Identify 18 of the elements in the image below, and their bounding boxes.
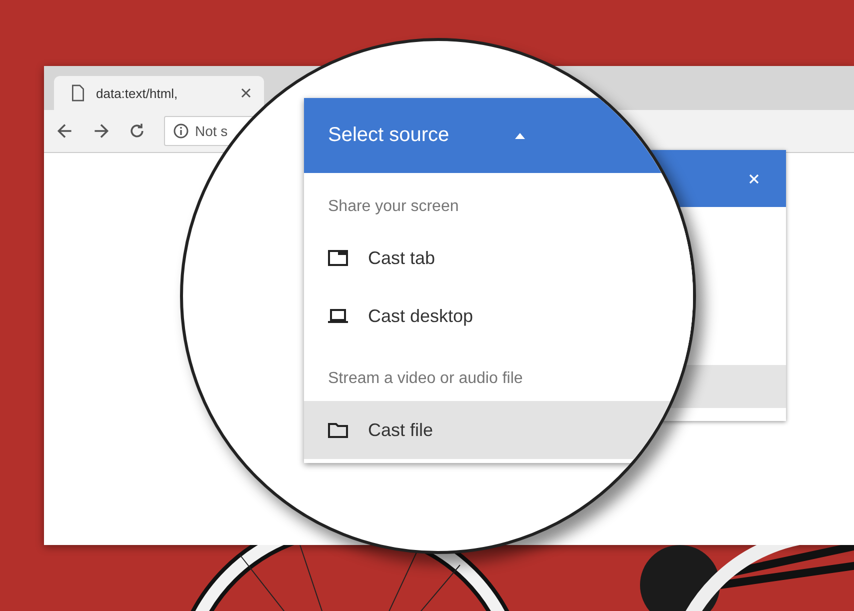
close-icon (748, 172, 760, 184)
page-icon (70, 84, 86, 102)
menu-item[interactable]: Cast tab (304, 229, 693, 287)
tab-title: data:text/html, (96, 86, 179, 100)
menu-title: Select source (328, 124, 450, 147)
close-icon (240, 87, 252, 99)
security-text: Not s (195, 123, 228, 139)
forward-arrow-icon (92, 122, 110, 140)
section-heading: Stream a video or audio file (327, 369, 524, 389)
tab-window-icon (328, 248, 348, 268)
menu-item[interactable]: Cast desktop (304, 287, 693, 345)
laptop-icon (328, 306, 348, 326)
info-icon (173, 123, 189, 139)
folder-icon (328, 420, 348, 440)
browser-tab[interactable]: data:text/html, (54, 76, 264, 110)
section-heading: Share your screen (327, 197, 460, 217)
back-arrow-icon (56, 122, 74, 140)
reload-icon (128, 122, 146, 140)
